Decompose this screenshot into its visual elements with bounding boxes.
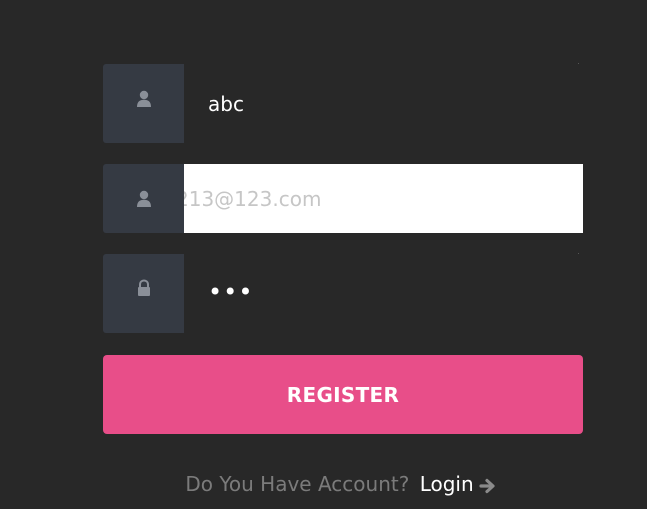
username-input-cell [184, 64, 583, 143]
lock-icon [138, 279, 150, 296]
register-button[interactable]: REGISTER [103, 355, 583, 434]
email-input[interactable] [184, 164, 583, 233]
email-icon-cell [103, 164, 184, 233]
email-field-row [103, 164, 583, 233]
password-field-row: ••• [103, 254, 583, 333]
register-page: ••• REGISTER Do You Have Account? Login [0, 0, 647, 509]
email-input-cell [184, 164, 583, 233]
user-icon [137, 190, 151, 207]
login-link-label[interactable]: Login [420, 472, 474, 496]
username-icon-cell [103, 64, 184, 143]
username-field-row [103, 64, 583, 143]
password-masked-value[interactable]: ••• [208, 278, 253, 306]
password-icon-cell [103, 254, 184, 333]
arrow-right-icon[interactable] [478, 476, 498, 496]
login-prompt: Do You Have Account? Login [0, 472, 647, 496]
password-input-cell[interactable]: ••• [184, 254, 583, 333]
username-input[interactable] [184, 64, 583, 143]
user-icon [137, 90, 151, 107]
login-link[interactable]: Login [420, 472, 498, 496]
account-question: Do You Have Account? [185, 472, 410, 496]
